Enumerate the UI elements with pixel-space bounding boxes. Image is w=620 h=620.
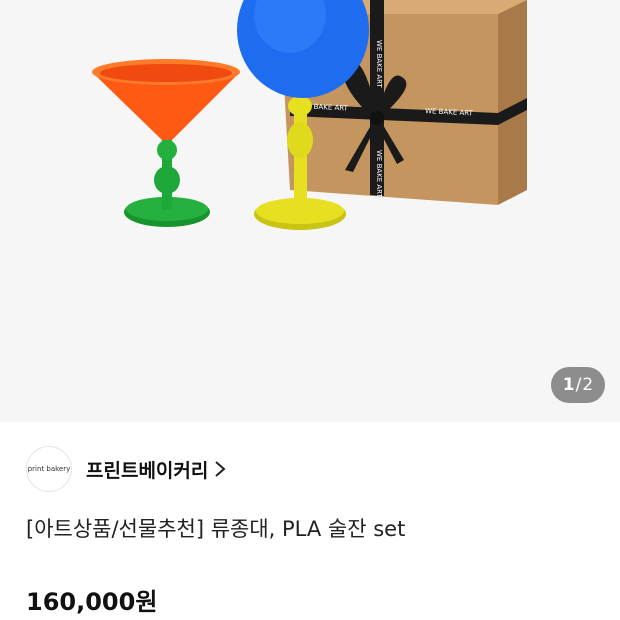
- product-page: WE BAKE ART WE BAKE ART WE BAKE ART WE B…: [0, 0, 620, 620]
- counter-current: 1: [562, 375, 575, 395]
- product-image-gallery[interactable]: WE BAKE ART WE BAKE ART WE BAKE ART WE B…: [0, 0, 620, 422]
- seller-name[interactable]: 프린트베이커리: [86, 456, 208, 483]
- seller-avatar-text: print bakery: [27, 465, 71, 473]
- seller-link[interactable]: print bakery 프린트베이커리: [26, 445, 226, 493]
- ribbon-text-4: WE BAKE ART: [375, 150, 383, 199]
- martini-glass: [92, 59, 240, 227]
- seller-avatar[interactable]: print bakery: [26, 446, 72, 492]
- counter-total: 2: [582, 375, 594, 395]
- counter-separator: /: [575, 375, 582, 395]
- product-title: [아트상품/선물추천] 류종대, PLA 술잔 set: [26, 517, 406, 541]
- product-price: 160,000원: [26, 588, 158, 616]
- chevron-right-icon[interactable]: [214, 460, 226, 478]
- ribbon-text: WE BAKE ART: [375, 40, 383, 89]
- image-counter-badge: 1/2: [551, 367, 605, 403]
- product-photo: WE BAKE ART WE BAKE ART WE BAKE ART WE B…: [92, 0, 527, 230]
